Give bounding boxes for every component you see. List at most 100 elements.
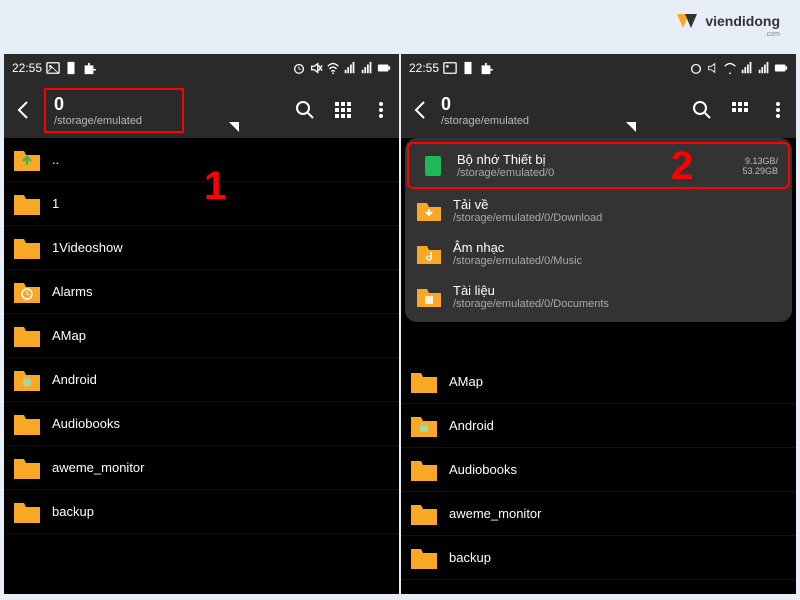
signal2-icon bbox=[360, 61, 374, 75]
list-item[interactable]: 1Videoshow bbox=[4, 226, 399, 270]
status-time: 22:55 bbox=[409, 61, 439, 75]
puzzle-icon bbox=[479, 61, 493, 75]
path-subtitle: /storage/emulated bbox=[441, 115, 529, 127]
wifi-icon bbox=[326, 61, 340, 75]
item-label: 1Videoshow bbox=[52, 240, 123, 255]
path-title: 0 bbox=[54, 94, 142, 115]
signal2-icon bbox=[757, 61, 771, 75]
sd-card-icon bbox=[64, 61, 78, 75]
popup-item-icon bbox=[415, 242, 443, 266]
folder-icon bbox=[409, 457, 439, 483]
item-label: 1 bbox=[52, 196, 59, 211]
popup-item-icon bbox=[415, 199, 443, 223]
item-label: Android bbox=[449, 418, 494, 433]
image-icon bbox=[443, 61, 457, 75]
folder-icon bbox=[409, 501, 439, 527]
app-header: 0 /storage/emulated bbox=[401, 82, 796, 138]
folder-icon bbox=[12, 455, 42, 481]
path-title: 0 bbox=[441, 94, 529, 115]
path-dropdown[interactable]: 0 /storage/emulated bbox=[44, 88, 184, 133]
status-time: 22:55 bbox=[12, 61, 42, 75]
popup-item-title: Tài liệu bbox=[453, 283, 609, 298]
popup-item[interactable]: Bộ nhớ Thiết bị /storage/emulated/0 9.13… bbox=[407, 142, 790, 189]
sd-card-icon bbox=[461, 61, 475, 75]
list-item[interactable]: AMap bbox=[4, 314, 399, 358]
annotation-1: 1 bbox=[204, 164, 226, 209]
more-icon[interactable] bbox=[371, 100, 391, 120]
dropdown-triangle-icon bbox=[229, 122, 239, 132]
phone-left: 22:55 0 /storage/emulated 1 .. bbox=[4, 54, 399, 594]
list-item[interactable]: Audiobooks bbox=[401, 448, 796, 492]
battery-icon bbox=[377, 61, 391, 75]
image-icon bbox=[46, 61, 60, 75]
annotation-2: 2 bbox=[671, 144, 693, 189]
folder-icon bbox=[12, 279, 42, 305]
list-item[interactable]: 1 bbox=[4, 182, 399, 226]
item-label: backup bbox=[52, 504, 94, 519]
item-label: aweme_monitor bbox=[449, 506, 542, 521]
list-item[interactable]: Audiobooks bbox=[4, 402, 399, 446]
list-item[interactable]: Android bbox=[4, 358, 399, 402]
item-label: Alarms bbox=[52, 284, 92, 299]
list-item[interactable]: AMap bbox=[401, 360, 796, 404]
item-label: aweme_monitor bbox=[52, 460, 145, 475]
popup-item[interactable]: Tài liệu /storage/emulated/0/Documents bbox=[405, 275, 792, 318]
popup-item-path: /storage/emulated/0/Download bbox=[453, 212, 602, 224]
item-label: backup bbox=[449, 550, 491, 565]
brand-icon bbox=[675, 12, 699, 30]
item-label: .. bbox=[52, 152, 59, 167]
alarm-icon bbox=[292, 61, 306, 75]
file-list-right[interactable]: AMap Android Audiobooks aweme_monitor ba… bbox=[401, 360, 796, 580]
item-label: Audiobooks bbox=[449, 462, 517, 477]
popup-item-title: Âm nhạc bbox=[453, 240, 582, 255]
list-item[interactable]: Android bbox=[401, 404, 796, 448]
list-item[interactable]: backup bbox=[4, 490, 399, 534]
brand-logo: viendidong .com bbox=[675, 12, 780, 30]
app-header: 0 /storage/emulated bbox=[4, 82, 399, 138]
folder-icon bbox=[12, 499, 42, 525]
mute-icon bbox=[309, 61, 323, 75]
brand-sub: .com bbox=[765, 31, 780, 38]
folder-icon bbox=[12, 191, 42, 217]
popup-item[interactable]: Tải về /storage/emulated/0/Download bbox=[405, 189, 792, 232]
file-list-left[interactable]: .. 1 1Videoshow Alarms AMap Android Audi… bbox=[4, 138, 399, 534]
search-icon[interactable] bbox=[295, 100, 315, 120]
list-item[interactable]: Alarms bbox=[4, 270, 399, 314]
popup-item-path: /storage/emulated/0/Documents bbox=[453, 298, 609, 310]
popup-item-path: /storage/emulated/0 bbox=[457, 167, 554, 179]
dropdown-triangle-icon bbox=[626, 122, 636, 132]
mute-icon bbox=[706, 61, 720, 75]
popup-item-size: 9.13GB/53.29GB bbox=[742, 156, 778, 176]
popup-item-title: Bộ nhớ Thiết bị bbox=[457, 152, 554, 167]
path-subtitle: /storage/emulated bbox=[54, 115, 142, 127]
brand-name: viendidong bbox=[705, 13, 780, 29]
folder-icon bbox=[409, 413, 439, 439]
list-item[interactable]: aweme_monitor bbox=[4, 446, 399, 490]
popup-item[interactable]: Âm nhạc /storage/emulated/0/Music bbox=[405, 232, 792, 275]
back-icon[interactable] bbox=[409, 98, 433, 122]
popup-item-title: Tải về bbox=[453, 197, 602, 212]
folder-icon bbox=[12, 323, 42, 349]
wifi-icon bbox=[723, 61, 737, 75]
puzzle-icon bbox=[82, 61, 96, 75]
grid-view-icon[interactable] bbox=[730, 100, 750, 120]
search-icon[interactable] bbox=[692, 100, 712, 120]
grid-view-icon[interactable] bbox=[333, 100, 353, 120]
path-dropdown[interactable]: 0 /storage/emulated bbox=[441, 94, 529, 127]
folder-icon bbox=[12, 147, 42, 173]
list-item[interactable]: .. bbox=[4, 138, 399, 182]
popup-item-icon bbox=[419, 154, 447, 178]
item-label: AMap bbox=[52, 328, 86, 343]
list-item[interactable]: backup bbox=[401, 536, 796, 580]
more-icon[interactable] bbox=[768, 100, 788, 120]
item-label: AMap bbox=[449, 374, 483, 389]
signal-icon bbox=[343, 61, 357, 75]
battery-icon bbox=[774, 61, 788, 75]
list-item[interactable]: aweme_monitor bbox=[401, 492, 796, 536]
folder-icon bbox=[12, 411, 42, 437]
folder-icon bbox=[12, 235, 42, 261]
back-icon[interactable] bbox=[12, 98, 36, 122]
popup-item-icon bbox=[415, 285, 443, 309]
item-label: Android bbox=[52, 372, 97, 387]
storage-popup: Bộ nhớ Thiết bị /storage/emulated/0 9.13… bbox=[405, 138, 792, 322]
